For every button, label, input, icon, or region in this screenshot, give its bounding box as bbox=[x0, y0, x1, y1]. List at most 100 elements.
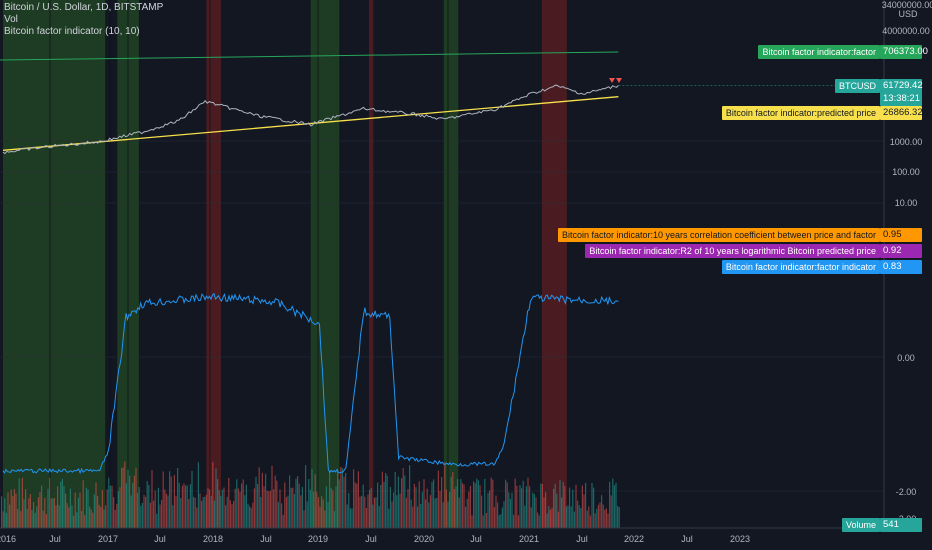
volume-bar bbox=[69, 488, 71, 528]
volume-bar bbox=[428, 502, 430, 528]
volume-bar bbox=[583, 494, 585, 528]
red-zone-1 bbox=[368, 0, 374, 528]
volume-bar bbox=[537, 512, 539, 528]
volume-bar bbox=[417, 506, 419, 528]
volume-bar bbox=[588, 506, 590, 528]
volume-bar bbox=[10, 489, 12, 528]
volume-bar bbox=[66, 503, 68, 528]
volume-bar bbox=[613, 485, 615, 528]
volume-bar bbox=[101, 489, 103, 528]
volume-bar bbox=[317, 497, 319, 528]
volume-bar bbox=[231, 504, 233, 528]
indicator-label: Bitcoin factor indicator (10, 10) bbox=[4, 26, 140, 37]
volume-bar bbox=[437, 470, 439, 528]
volume-bar bbox=[223, 487, 225, 528]
volume-bar bbox=[609, 481, 611, 528]
volume-bar bbox=[274, 475, 276, 528]
volume-bar bbox=[87, 489, 89, 528]
volume-bar bbox=[169, 471, 171, 528]
volume-bar bbox=[377, 482, 379, 528]
volume-bar bbox=[543, 497, 545, 528]
volume-bar bbox=[149, 502, 151, 528]
volume-bar bbox=[61, 478, 63, 528]
volume-bar bbox=[533, 494, 535, 528]
volume-bar bbox=[220, 495, 222, 528]
volume-bar bbox=[13, 489, 15, 528]
volume-bar bbox=[559, 480, 561, 528]
volume-bar bbox=[436, 497, 438, 528]
volume-bar bbox=[100, 507, 102, 528]
volume-bar bbox=[290, 488, 292, 528]
volume-bar bbox=[121, 468, 123, 528]
volume-bar bbox=[575, 484, 577, 528]
chart-canvas[interactable]: 34000000.00USD4000000.001000.00100.0010.… bbox=[0, 0, 932, 550]
volume-bar bbox=[71, 505, 73, 528]
volume-bar bbox=[201, 501, 203, 528]
sell-signal-marker-0 bbox=[609, 78, 615, 83]
volume-bar bbox=[466, 499, 468, 528]
volume-bar bbox=[341, 468, 343, 528]
volume-bar bbox=[401, 478, 403, 528]
volume-bar bbox=[596, 508, 598, 528]
volume-bar bbox=[97, 496, 99, 528]
volume-bar bbox=[196, 507, 198, 528]
volume-bar bbox=[15, 493, 17, 528]
volume-bar bbox=[481, 495, 483, 528]
volume-bar bbox=[356, 483, 358, 528]
volume-bar bbox=[409, 465, 411, 528]
volume-bar bbox=[273, 489, 275, 528]
volume-bar bbox=[41, 485, 43, 528]
volume-bar bbox=[380, 485, 382, 528]
volume-bar bbox=[241, 483, 243, 528]
volume-bar bbox=[413, 483, 415, 528]
volume-bar bbox=[135, 467, 137, 528]
volume-bar bbox=[522, 480, 524, 528]
volume-bar bbox=[89, 506, 91, 528]
volume-bar bbox=[295, 478, 297, 528]
volume-bar bbox=[591, 482, 593, 528]
volume-bar bbox=[178, 482, 180, 528]
volume-bar bbox=[405, 497, 407, 528]
volume-bar bbox=[33, 501, 35, 528]
volume-bar bbox=[258, 467, 260, 528]
volume-bar bbox=[23, 499, 25, 528]
volume-bar bbox=[202, 496, 204, 528]
volume-bar bbox=[154, 490, 156, 528]
volume-bar bbox=[617, 506, 619, 528]
volume-bar bbox=[58, 505, 60, 528]
volume-bar bbox=[281, 503, 283, 528]
volume-bar bbox=[252, 502, 254, 528]
volume-bar bbox=[393, 492, 395, 528]
volume-bar bbox=[127, 469, 129, 528]
volume-bar bbox=[122, 467, 124, 528]
factor-value: 706373.00 bbox=[880, 45, 928, 59]
volume-bar bbox=[388, 508, 390, 528]
volume-bar bbox=[180, 498, 182, 528]
volume-bar bbox=[191, 470, 193, 528]
volume-bar bbox=[26, 509, 28, 528]
predicted-tag: Bitcoin factor indicator:predicted price bbox=[721, 106, 880, 120]
volume-bar bbox=[140, 505, 142, 528]
volume-bar bbox=[324, 510, 326, 528]
volume-bar bbox=[594, 513, 596, 528]
volume-bar bbox=[573, 511, 575, 528]
volume-bar bbox=[498, 515, 500, 528]
volume-bar bbox=[585, 482, 587, 528]
volume-bar bbox=[431, 482, 433, 528]
volume-bar bbox=[343, 476, 345, 528]
volume-bar bbox=[311, 469, 313, 528]
volume-bar bbox=[277, 502, 279, 528]
volume-bar bbox=[260, 497, 262, 528]
volume-bar bbox=[143, 494, 145, 528]
volume-bar bbox=[429, 495, 431, 528]
volume-bar bbox=[282, 515, 284, 528]
volume-bar bbox=[399, 493, 401, 528]
volume-bar bbox=[505, 479, 507, 528]
volume-bar bbox=[148, 484, 150, 528]
volume-bar bbox=[145, 496, 147, 528]
volume-bar bbox=[226, 496, 228, 528]
time-tick-label-6: 2019 bbox=[308, 534, 328, 544]
volume-bar bbox=[249, 506, 251, 528]
factor-tag: Bitcoin factor indicator:factor bbox=[758, 45, 880, 59]
volume-bar bbox=[517, 515, 519, 528]
